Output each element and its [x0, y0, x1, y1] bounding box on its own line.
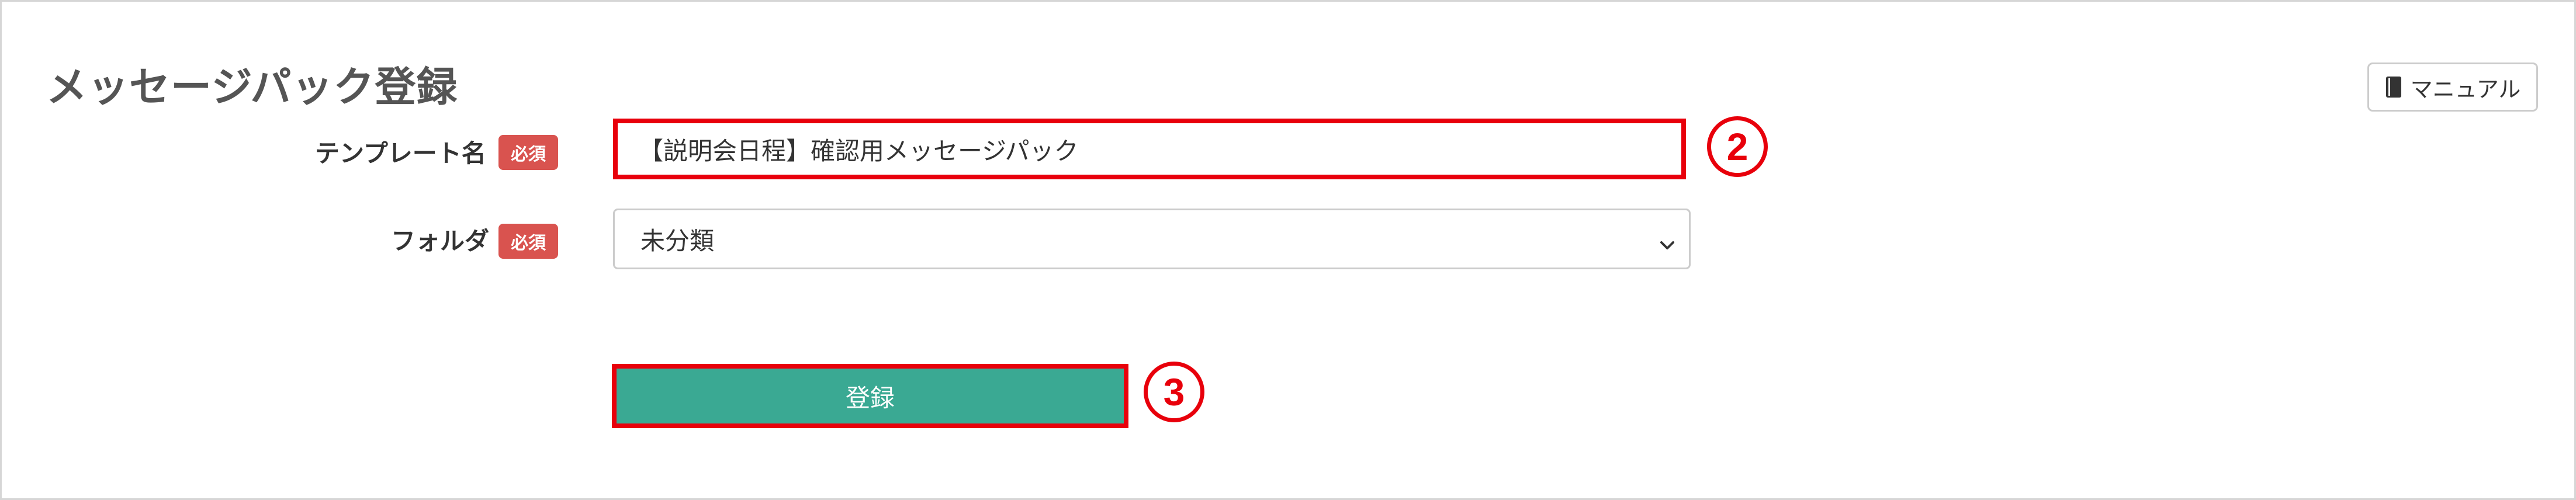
step-2-marker: 2: [1707, 116, 1768, 177]
template-name-label: テンプレート名: [315, 139, 486, 168]
template-name-input[interactable]: [613, 119, 1686, 179]
page-frame: メッセージパック登録 マニュアル テンプレート名 必須 2 フォルダ 必須 未分…: [0, 0, 2576, 500]
folder-select[interactable]: 未分類: [613, 209, 1691, 269]
required-badge: 必須: [498, 135, 558, 170]
required-badge: 必須: [498, 224, 558, 259]
folder-label: フォルダ: [391, 227, 490, 255]
page-title: メッセージパック登録: [46, 63, 458, 111]
chevron-down-icon: [1659, 231, 1676, 249]
manual-button-label: マニュアル: [2410, 76, 2521, 102]
manual-button[interactable]: マニュアル: [2367, 62, 2538, 112]
register-button[interactable]: 登録: [612, 364, 1128, 428]
step-3-marker: 3: [1144, 362, 1204, 422]
folder-select-value: 未分類: [640, 226, 715, 255]
book-icon: [2385, 76, 2402, 98]
